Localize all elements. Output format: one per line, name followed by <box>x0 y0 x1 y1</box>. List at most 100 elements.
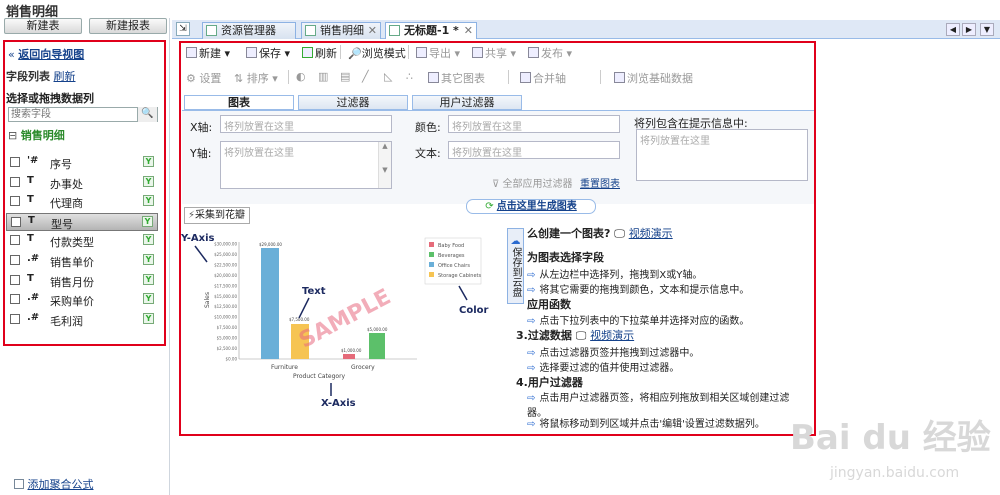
tab-untitled[interactable]: 无标题-1 * ✕ <box>385 22 477 39</box>
bar-chart-icon[interactable]: ▥ <box>318 70 328 83</box>
divider <box>340 45 341 59</box>
collapse-icon[interactable]: ⊟ <box>8 129 17 142</box>
refresh-button[interactable]: 刷新 <box>302 45 337 61</box>
field-list-label: 字段列表 <box>6 70 50 83</box>
field-row[interactable]: T 型号 Y <box>6 212 158 231</box>
checkbox[interactable] <box>10 274 20 285</box>
browse-base-data-button[interactable]: 浏览基础数据 <box>614 70 693 86</box>
new-table-button[interactable]: 新建表 <box>4 18 82 34</box>
field-row[interactable]: .# 销售单价 Y <box>6 252 158 270</box>
scroll-right-icon[interactable]: ▶ <box>962 23 976 36</box>
refresh-link[interactable]: 刷新 <box>54 70 76 83</box>
new-icon <box>186 47 197 58</box>
filter-icon[interactable]: Y <box>143 254 154 265</box>
field-row[interactable]: T 销售月份 Y <box>6 272 158 290</box>
arrow-icon: ⇨ <box>527 419 536 430</box>
share-button[interactable]: 共享 ▾ <box>472 45 516 61</box>
checkbox[interactable] <box>10 176 20 187</box>
field-row[interactable]: .# 毛利润 Y <box>6 311 158 329</box>
tab-label: 资源管理器 <box>221 24 276 37</box>
search-icon[interactable]: 🔍 <box>137 107 157 122</box>
area-chart-icon[interactable]: ◺ <box>384 70 392 83</box>
browse-mode-button[interactable]: 🔎浏览模式 <box>348 45 406 61</box>
generate-label: 点击这里生成图表 <box>496 201 577 212</box>
checkbox[interactable] <box>10 255 20 265</box>
scroll-left-icon[interactable]: ◀ <box>946 23 960 36</box>
filter-icon[interactable]: Y <box>143 175 154 187</box>
reset-chart-link[interactable]: 重置图表 <box>580 175 620 190</box>
tooltip-dropzone[interactable]: 将列放置在这里 <box>636 129 808 181</box>
video-link[interactable]: 视频演示 <box>629 227 673 240</box>
export-button[interactable]: 导出 ▾ <box>416 45 460 61</box>
step1b: ⇨ 将其它需要的拖拽到颜色，文本和提示信息中。 <box>527 281 749 296</box>
other-chart-button[interactable]: 其它图表 <box>428 70 485 86</box>
publish-button[interactable]: 发布 ▾ <box>528 45 572 61</box>
filter-icon[interactable]: Y <box>143 195 154 207</box>
y-axis-dropzone[interactable]: 将列放置在这里 ▲ ▼ <box>220 141 392 189</box>
settings-button[interactable]: ⚙ 设置 <box>186 70 221 86</box>
checkbox[interactable] <box>10 196 20 207</box>
field-row[interactable]: .# 采购单价 Y <box>6 291 158 309</box>
monitor-icon: 🖵 <box>575 329 587 342</box>
back-link[interactable]: 返回向导视图 <box>18 48 84 61</box>
column-chart-icon[interactable]: ▤ <box>340 70 350 83</box>
field-list-header: 字段列表 刷新 <box>6 68 76 84</box>
video-link[interactable]: 视频演示 <box>590 329 634 342</box>
tab-list-icon[interactable]: ▼ <box>980 23 994 36</box>
x-axis-dropzone[interactable]: 将列放置在这里 <box>220 115 392 133</box>
checkbox[interactable] <box>10 313 20 324</box>
tab-filter[interactable]: 过滤器 <box>298 95 408 110</box>
text-dropzone[interactable]: 将列放置在这里 <box>448 141 620 159</box>
tab-sales-detail[interactable]: 销售明细 ✕ <box>301 22 381 39</box>
other-chart-label: 其它图表 <box>441 72 485 85</box>
field-name: 销售单价 <box>50 256 94 269</box>
share-icon <box>472 47 483 58</box>
sort-button[interactable]: ⇅ 排序 ▾ <box>234 70 278 86</box>
field-group[interactable]: ⊟ 销售明细 <box>8 127 65 143</box>
save-to-cloud-tab[interactable]: ☁保存到云盘 <box>507 228 524 304</box>
close-icon[interactable]: ✕ <box>368 23 377 38</box>
save-button[interactable]: 保存 ▾ <box>246 45 290 61</box>
tab-chart[interactable]: 图表 <box>184 95 294 110</box>
filter-icon[interactable]: Y <box>143 312 154 324</box>
checkbox[interactable] <box>10 294 20 305</box>
filter-icon[interactable]: Y <box>142 215 153 227</box>
checkbox[interactable] <box>10 157 20 167</box>
new-button[interactable]: 新建 ▾ <box>186 45 230 61</box>
table-icon <box>305 25 316 36</box>
data-label: $29,000.00 <box>259 242 282 247</box>
apply-all-filters[interactable]: ⊽ 全部应用过滤器 <box>492 175 573 190</box>
pie-chart-icon[interactable]: ◐ <box>296 70 306 83</box>
add-formula-link[interactable]: 添加聚合公式 <box>28 478 94 491</box>
filter-icon[interactable]: Y <box>143 273 154 285</box>
tab-user-filter[interactable]: 用户过滤器 <box>412 95 522 110</box>
merge-axis-button[interactable]: 合并轴 <box>520 70 566 86</box>
checkbox[interactable] <box>10 235 20 246</box>
search-input[interactable] <box>11 108 133 121</box>
color-dropzone[interactable]: 将列放置在这里 <box>448 115 620 133</box>
field-row[interactable]: T 代理商 Y <box>6 193 158 211</box>
tab-menu-icon[interactable]: ⇲ <box>176 22 190 36</box>
filter-icon[interactable]: Y <box>143 234 154 246</box>
tab-explorer[interactable]: 资源管理器 <box>202 22 296 39</box>
step2: 应用函数 <box>527 298 571 311</box>
field-row[interactable]: '# 序号 Y <box>6 154 158 172</box>
generate-chart-button[interactable]: ⟳ 点击这里生成图表 <box>466 199 596 214</box>
scrollbar[interactable]: ▲ ▼ <box>378 142 391 188</box>
add-formula[interactable]: 添加聚合公式 <box>14 476 94 492</box>
y-tick-label: $10,000.00 <box>214 315 237 320</box>
filter-icon[interactable]: Y <box>143 156 154 167</box>
search-box[interactable]: 🔍 <box>8 107 158 122</box>
field-row[interactable]: T 办事处 Y <box>6 174 158 192</box>
filter-icon[interactable]: Y <box>143 293 154 305</box>
close-icon[interactable]: ✕ <box>464 23 473 38</box>
back-to-wizard[interactable]: « 返回向导视图 <box>8 46 84 62</box>
collect-button[interactable]: ⚡ 采集到花瓣 <box>184 207 250 224</box>
tab-label: 无标题-1 * <box>404 24 459 37</box>
scatter-chart-icon[interactable]: ∴ <box>406 70 413 83</box>
new-report-button[interactable]: 新建报表 <box>89 18 167 34</box>
line-chart-icon[interactable]: ╱ <box>362 70 369 83</box>
sort-icon: ⇅ <box>234 72 244 85</box>
field-row[interactable]: T 付款类型 Y <box>6 232 158 250</box>
checkbox[interactable] <box>11 216 21 227</box>
